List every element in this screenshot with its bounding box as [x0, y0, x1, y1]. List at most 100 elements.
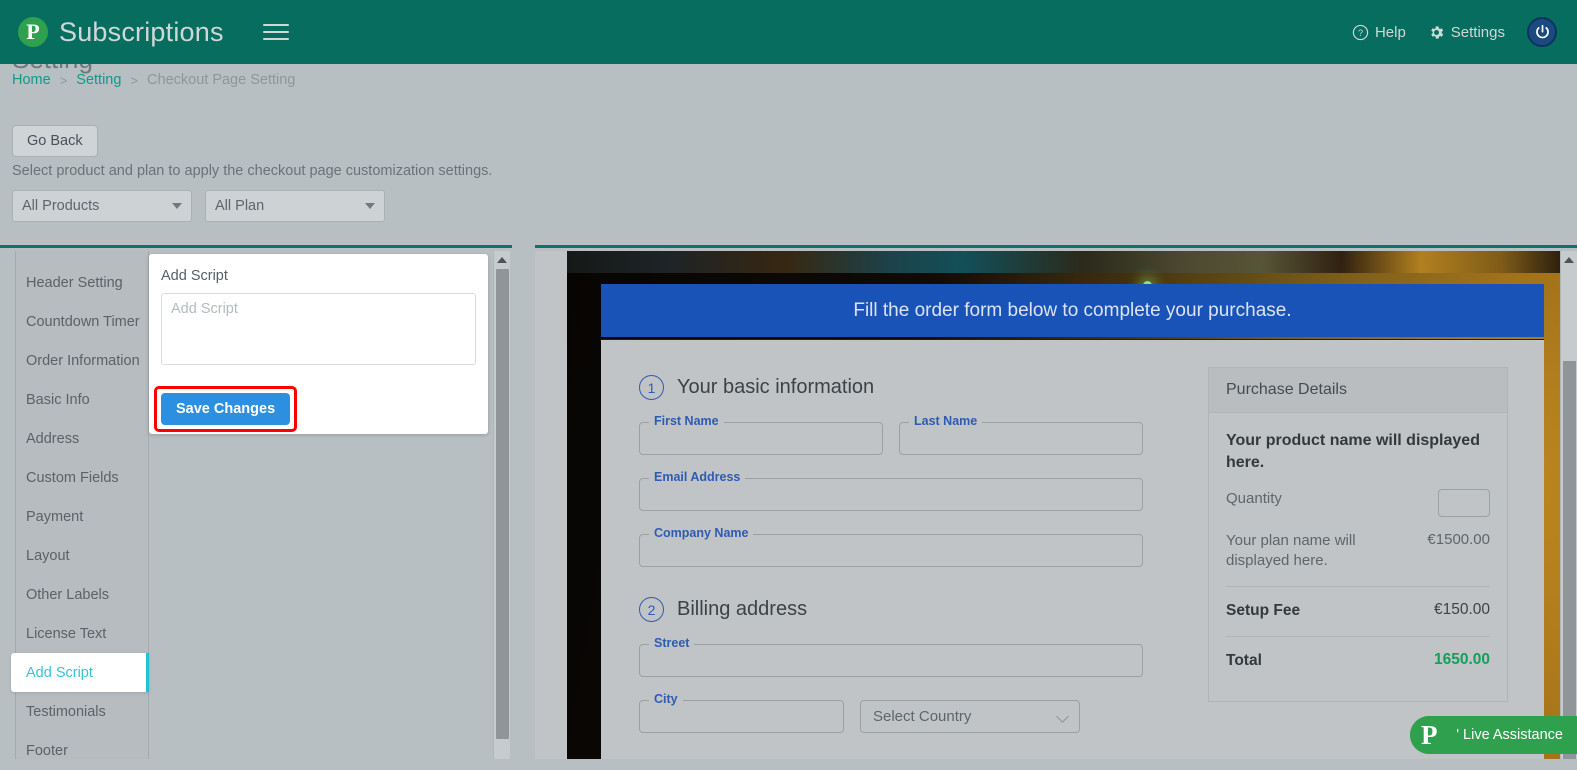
sidebar-item-add-script[interactable]: Add Script: [11, 653, 149, 692]
sidebar-item-address[interactable]: Address: [16, 419, 148, 458]
chevron-down-icon: [365, 203, 375, 209]
sidebar-item-label: Header Setting: [26, 275, 123, 291]
breadcrumb-home[interactable]: Home: [12, 72, 51, 88]
go-back-button[interactable]: Go Back: [12, 125, 98, 157]
header-actions: ? Help Settings: [1352, 17, 1557, 47]
last-name-field[interactable]: Last Name: [899, 422, 1143, 455]
breadcrumb-separator: >: [130, 73, 138, 88]
settings-panel-scrollbar[interactable]: [493, 251, 510, 759]
email-address-field[interactable]: Email Address: [639, 478, 1143, 511]
add-script-textarea[interactable]: Add Script: [161, 293, 476, 365]
hamburger-icon[interactable]: [263, 21, 289, 43]
plan-row: Your plan name will displayed here. €150…: [1226, 531, 1490, 572]
sidebar-item-other-labels[interactable]: Other Labels: [16, 575, 148, 614]
breadcrumb-setting[interactable]: Setting: [76, 72, 121, 88]
product-select[interactable]: All Products: [12, 190, 192, 222]
app-header: P Subscriptions ? Help Settings: [0, 0, 1577, 64]
power-icon: [1533, 23, 1552, 42]
sidebar-item-label: Payment: [26, 509, 83, 525]
save-changes-button[interactable]: Save Changes: [161, 393, 290, 425]
filter-row: All Products All Plan: [12, 190, 385, 222]
city-label: City: [649, 692, 683, 706]
quantity-input[interactable]: [1438, 489, 1490, 517]
sidebar-item-layout[interactable]: Layout: [16, 536, 148, 575]
live-assistance-logo-icon: P: [1410, 716, 1448, 754]
sidebar-item-label: Other Labels: [26, 587, 109, 603]
setup-fee-label: Setup Fee: [1226, 601, 1300, 622]
divider: [1226, 636, 1490, 637]
sidebar-item-order-information[interactable]: Order Information: [16, 341, 148, 380]
scrollbar-thumb[interactable]: [496, 269, 509, 739]
live-assistance-label: ' Live Assistance: [1456, 727, 1563, 743]
last-name-label: Last Name: [909, 414, 982, 428]
sidebar-item-label: Layout: [26, 548, 70, 564]
setup-fee-value: €150.00: [1434, 601, 1490, 619]
settings-panel: Header Setting Countdown Timer Order Inf…: [0, 245, 512, 756]
breadcrumb-separator: >: [60, 73, 68, 88]
purchase-details-card: Purchase Details Your product name will …: [1208, 367, 1508, 702]
sidebar-item-license-text[interactable]: License Text: [16, 614, 148, 653]
scroll-up-button[interactable]: [494, 251, 510, 268]
street-field[interactable]: Street: [639, 644, 1143, 677]
quantity-row: Quantity: [1226, 489, 1490, 517]
scroll-up-button[interactable]: [1561, 251, 1577, 268]
total-value: 1650.00: [1434, 651, 1490, 669]
arrow-up-icon: [1564, 257, 1574, 263]
logout-button[interactable]: [1527, 17, 1557, 47]
checkout-preview-panel: Fill the order form below to complete yo…: [535, 245, 1577, 756]
breadcrumb-current: Checkout Page Setting: [147, 72, 295, 88]
step-1-title: Your basic information: [677, 376, 874, 399]
sidebar-item-testimonials[interactable]: Testimonials: [16, 692, 148, 731]
sidebar-item-label: Custom Fields: [26, 470, 119, 486]
product-select-value: All Products: [22, 198, 99, 214]
sidebar-item-custom-fields[interactable]: Custom Fields: [16, 458, 148, 497]
total-label: Total: [1226, 651, 1262, 672]
arrow-up-icon: [497, 257, 507, 263]
sidebar-item-label: Footer: [26, 743, 68, 759]
checkout-banner: Fill the order form below to complete yo…: [601, 284, 1544, 337]
settings-button[interactable]: Settings: [1428, 24, 1505, 41]
sidebar-item-label: Order Information: [26, 353, 140, 369]
step-2-title: Billing address: [677, 598, 807, 621]
preview-scrollbar[interactable]: [1560, 251, 1577, 759]
step-1-number: 1: [639, 375, 664, 400]
country-select[interactable]: Select Country: [860, 700, 1080, 733]
settings-nav: Header Setting Countdown Timer Order Inf…: [15, 251, 149, 759]
checkout-body: 1 Your basic information First Name Last…: [601, 339, 1544, 759]
sidebar-item-label: Add Script: [26, 665, 93, 681]
live-assistance-widget[interactable]: P ' Live Assistance: [1410, 716, 1577, 754]
sidebar-item-payment[interactable]: Payment: [16, 497, 148, 536]
gear-icon: [1428, 24, 1445, 41]
city-country-row: City Select Country: [639, 700, 1143, 756]
sidebar-item-label: Countdown Timer: [26, 314, 140, 330]
first-name-field[interactable]: First Name: [639, 422, 883, 455]
help-button[interactable]: ? Help: [1352, 24, 1406, 41]
scrollbar-thumb[interactable]: [1563, 361, 1576, 759]
first-name-label: First Name: [649, 414, 724, 428]
sidebar-item-header-setting[interactable]: Header Setting: [16, 263, 148, 302]
main-content: Go Back Select product and plan to apply…: [0, 100, 1577, 756]
svg-text:?: ?: [1358, 28, 1363, 38]
helper-text: Select product and plan to apply the che…: [12, 163, 492, 179]
city-field[interactable]: City: [639, 700, 844, 733]
total-row: Total 1650.00: [1226, 651, 1490, 672]
company-name-label: Company Name: [649, 526, 753, 540]
setup-fee-row: Setup Fee €150.00: [1226, 601, 1490, 622]
sidebar-item-label: Basic Info: [26, 392, 90, 408]
divider: [1226, 586, 1490, 587]
breadcrumb: Home > Setting > Checkout Page Setting: [12, 72, 295, 88]
checkout-preview: Fill the order form below to complete yo…: [535, 251, 1560, 759]
company-name-field[interactable]: Company Name: [639, 534, 1143, 567]
panels-row: Header Setting Countdown Timer Order Inf…: [0, 245, 1577, 756]
sidebar-item-countdown-timer[interactable]: Countdown Timer: [16, 302, 148, 341]
sidebar-item-basic-info[interactable]: Basic Info: [16, 380, 148, 419]
save-changes-highlight: Save Changes: [154, 386, 297, 432]
plan-select-value: All Plan: [215, 198, 264, 214]
sidebar-item-label: License Text: [26, 626, 106, 642]
sidebar-item-label: Address: [26, 431, 79, 447]
purchase-details-heading: Purchase Details: [1209, 368, 1507, 413]
quantity-label: Quantity: [1226, 489, 1282, 509]
plan-select[interactable]: All Plan: [205, 190, 385, 222]
sidebar-item-footer[interactable]: Footer: [16, 731, 148, 770]
brand: P Subscriptions: [18, 17, 224, 48]
